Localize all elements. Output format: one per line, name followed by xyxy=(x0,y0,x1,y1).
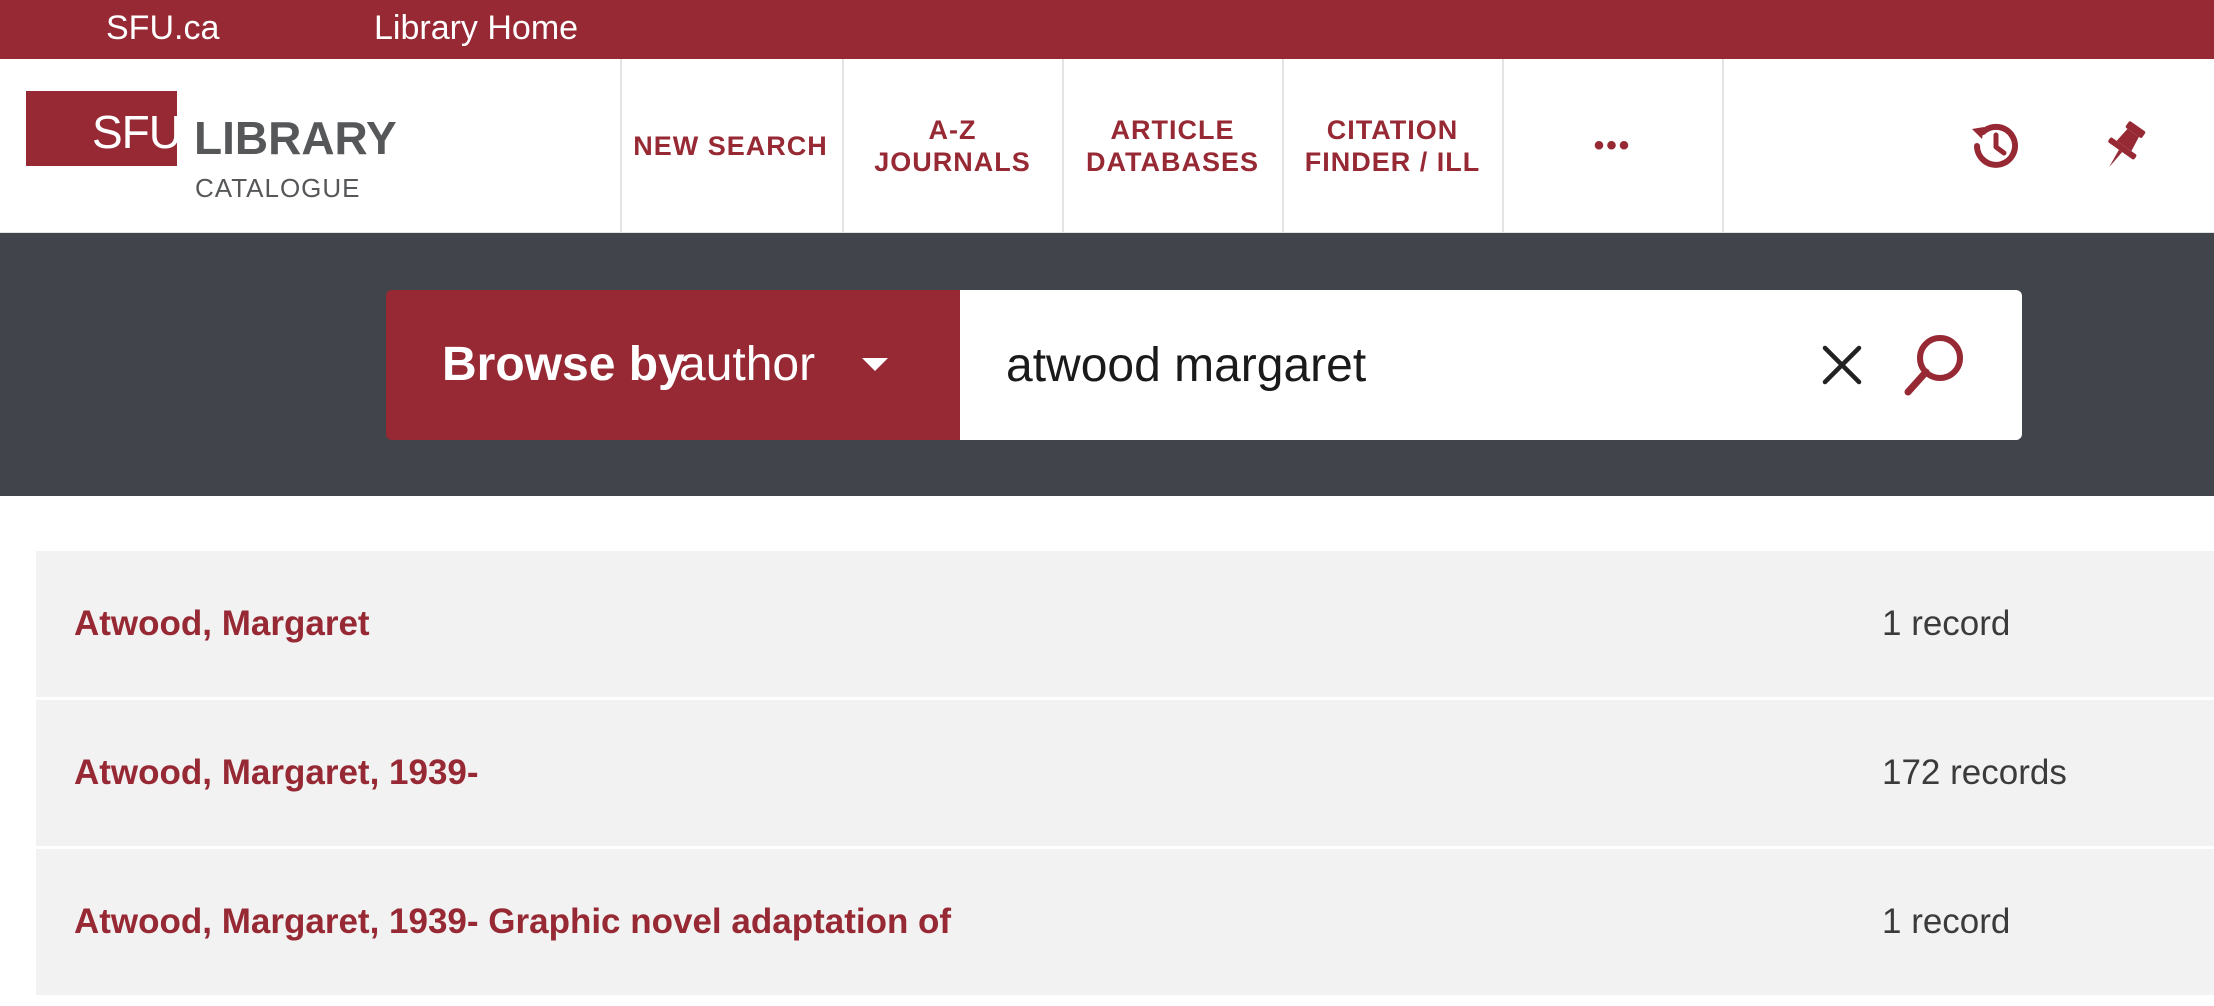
list-item: Atwood, Margaret 1 record xyxy=(36,551,2214,697)
result-author-link[interactable]: Atwood, Margaret xyxy=(74,551,370,697)
nav-article-databases[interactable]: ARTICLE DATABASES xyxy=(1062,59,1281,232)
header: SFU LIBRARY CATALOGUE NEW SEARCH A-Z JOU… xyxy=(0,59,2214,233)
search-icon xyxy=(1904,335,1963,396)
pinned-button[interactable] xyxy=(2092,114,2156,178)
clear-search-button[interactable] xyxy=(1810,333,1874,397)
result-record-count: 1 record xyxy=(1882,902,2011,941)
list-item: Atwood, Margaret, 1939- 172 records xyxy=(36,700,2214,846)
browse-field-value: author xyxy=(679,338,816,391)
history-button[interactable] xyxy=(1964,114,2028,178)
nav-az-journals[interactable]: A-Z JOURNALS xyxy=(842,59,1061,232)
result-author-link[interactable]: Atwood, Margaret, 1939- Graphic novel ad… xyxy=(74,849,951,995)
browse-type-dropdown[interactable]: Browse by author xyxy=(386,290,960,440)
library-home-link[interactable]: Library Home xyxy=(374,0,578,59)
pin-icon xyxy=(2108,121,2146,168)
close-icon xyxy=(1822,345,1862,385)
nav-citation-finder[interactable]: CITATION FINDER / ILL xyxy=(1282,59,1501,232)
search-submit-button[interactable] xyxy=(1900,330,1970,400)
nav-new-search[interactable]: NEW SEARCH xyxy=(620,59,839,232)
result-record-count: 172 records xyxy=(1882,753,2067,792)
history-icon xyxy=(1972,123,2018,168)
logo-catalogue-text: CATALOGUE xyxy=(195,173,361,203)
search-box xyxy=(960,290,2022,440)
search-input[interactable] xyxy=(1006,325,1786,405)
browse-by-label: Browse by xyxy=(442,338,685,391)
result-author-link[interactable]: Atwood, Margaret, 1939- xyxy=(74,700,479,846)
browse-results-list: Atwood, Margaret 1 record Atwood, Margar… xyxy=(36,551,2214,998)
list-item: Atwood, Margaret, 1939- Graphic novel ad… xyxy=(36,849,2214,995)
nav-more-button[interactable]: ••• xyxy=(1502,59,1721,232)
chevron-down-icon xyxy=(862,358,888,371)
nav-divider xyxy=(1722,59,1724,232)
logo-library-text: LIBRARY xyxy=(194,112,397,164)
search-band: Browse by author xyxy=(0,233,2214,496)
sfu-library-logo[interactable]: SFU LIBRARY CATALOGUE xyxy=(26,91,397,211)
top-utility-bar: SFU.ca Library Home xyxy=(0,0,2214,59)
result-record-count: 1 record xyxy=(1882,604,2011,643)
sfu-home-link[interactable]: SFU.ca xyxy=(106,0,219,59)
